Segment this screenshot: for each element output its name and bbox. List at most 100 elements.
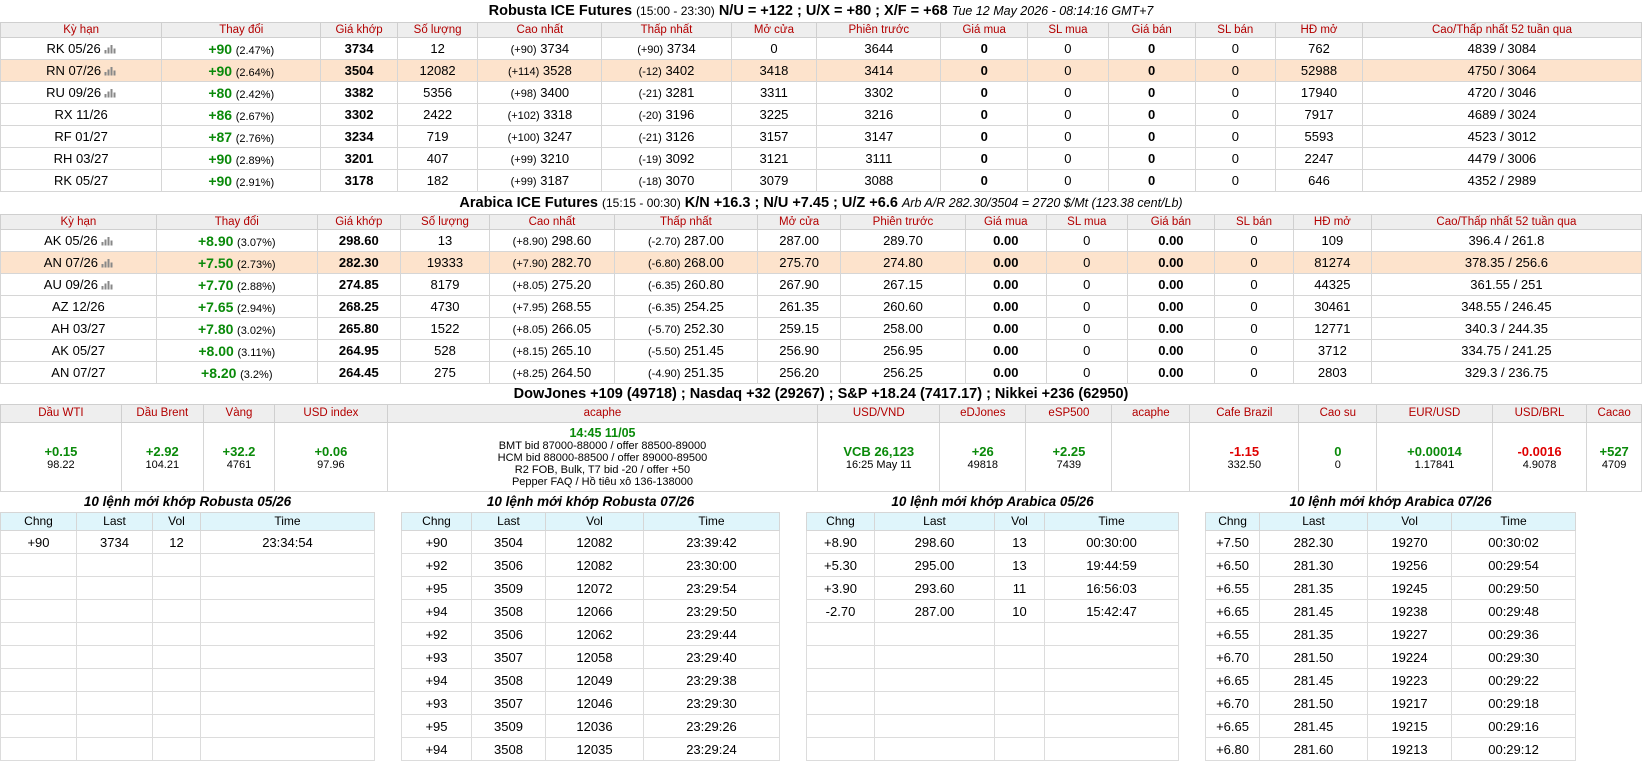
contract-term[interactable]: RH 03/27 <box>54 151 109 166</box>
contract-term-cell[interactable]: AH 03/27 <box>0 317 157 340</box>
trade-volume: 19256 <box>1367 553 1453 577</box>
bid-quantity: 0 <box>1027 37 1109 60</box>
contract-term[interactable]: RX 11/26 <box>54 107 107 122</box>
contract-term[interactable]: AK 05/26 <box>44 233 98 248</box>
chart-icon[interactable] <box>101 278 113 290</box>
robusta-contract-row[interactable]: RU 09/26 +80 (2.42%) 3382 5356 (+98) 3400 (-2… <box>0 81 1642 104</box>
high-change: (+99) <box>510 176 537 188</box>
arabica-futures-table: Kỳ hạn Thay đổi Giá khớp Số lượng Cao nhất Th… <box>0 214 1642 384</box>
contract-term-cell[interactable]: RN 07/26 <box>0 59 163 82</box>
robusta-col-header: Thấp nhất <box>601 22 732 38</box>
contract-term-cell[interactable]: RU 09/26 <box>0 81 163 104</box>
robusta-contract-row[interactable]: RK 05/27 +90 (2.91%) 3178 182 (+99) 3187 (-18… <box>0 169 1642 192</box>
arabica-title-main: Arabica ICE Futures <box>459 195 598 211</box>
arabica-contract-row[interactable]: AZ 12/26 +7.65 (2.94%) 268.25 4730 (+7.95) 2… <box>0 295 1642 318</box>
contract-term-cell[interactable]: RF 01/27 <box>0 125 163 148</box>
usd-brl-price: 4.9078 <box>1522 458 1557 471</box>
robusta-contract-row[interactable]: RH 03/27 +90 (2.89%) 3201 407 (+99) 3210 (-19… <box>0 147 1642 170</box>
ask-price: 0 <box>1107 103 1196 126</box>
contract-term-cell[interactable]: RX 11/26 <box>0 103 163 126</box>
market-header-eur-usd: EUR/USD <box>1376 404 1493 423</box>
robusta-header-row: Kỳ hạn Thay đổi Giá khớp Số lượng Cao nhất Th… <box>0 22 1642 38</box>
contract-term-cell[interactable]: AK 05/26 <box>0 229 157 252</box>
trade-row: +90 3734 12 23:34:54 <box>0 530 375 554</box>
trade-volume: 19213 <box>1367 737 1453 761</box>
ask-price: 0.00 <box>1126 317 1216 340</box>
trade-change: +8.90 <box>806 530 875 554</box>
low-price: 3092 <box>665 151 695 166</box>
contract-term[interactable]: RK 05/26 <box>47 41 101 56</box>
bid-price: 0 <box>940 37 1029 60</box>
arabica-contract-row[interactable]: AU 09/26 +7.70 (2.88%) 274.85 8179 (+8.05) 2… <box>0 273 1642 296</box>
contract-term[interactable]: AN 07/26 <box>44 255 98 270</box>
trade-row: +6.55 281.35 19227 00:29:36 <box>1205 622 1577 646</box>
chart-icon[interactable] <box>101 234 113 246</box>
week-52-range: 348.55 / 246.45 <box>1370 295 1642 318</box>
contract-term[interactable]: AU 09/26 <box>44 277 98 292</box>
trade-row <box>806 668 1180 692</box>
high-change: (+7.90) <box>512 258 548 270</box>
contract-term[interactable]: AZ 12/26 <box>52 299 105 314</box>
contract-term-cell[interactable]: RK 05/26 <box>0 37 163 60</box>
arabica-contract-row[interactable]: AK 05/26 +8.90 (3.07%) 298.60 13 (+8.90) 298… <box>0 229 1642 252</box>
open-interest: 81274 <box>1292 251 1372 274</box>
change-percent: (3.02%) <box>237 324 276 337</box>
contract-term-cell[interactable]: AN 07/26 <box>0 251 157 274</box>
chart-icon[interactable] <box>101 256 113 268</box>
chart-icon[interactable] <box>104 86 116 98</box>
contract-term-cell[interactable]: AU 09/26 <box>0 273 157 296</box>
robusta-contract-row[interactable]: RF 01/27 +87 (2.76%) 3234 719 (+100) 3247 (-2… <box>0 125 1642 148</box>
arabica-col-header: HĐ mở <box>1292 214 1372 230</box>
brent-change: +2.92 <box>145 443 179 459</box>
last-price: 282.30 <box>316 251 401 274</box>
trade-row <box>806 645 1180 669</box>
ask-quantity: 0 <box>1214 229 1294 252</box>
contract-term-cell[interactable]: AK 05/27 <box>0 339 157 362</box>
contract-term-cell[interactable]: RK 05/27 <box>0 169 163 192</box>
trade-volume: 19227 <box>1367 622 1453 646</box>
contract-term-cell[interactable]: RH 03/27 <box>0 147 163 170</box>
trade-time: 16:56:03 <box>1043 576 1180 600</box>
arabica-contract-row[interactable]: AH 03/27 +7.80 (3.02%) 265.80 1522 (+8.05) 2… <box>0 317 1642 340</box>
arabica-contract-row[interactable]: AN 07/27 +8.20 (3.2%) 264.45 275 (+8.25) 264… <box>0 361 1642 384</box>
trade-last <box>76 691 153 715</box>
open-interest: 5593 <box>1275 125 1363 148</box>
contract-term[interactable]: RK 05/27 <box>54 173 108 188</box>
last-price: 3382 <box>320 81 398 104</box>
eur-usd-price: 1.17841 <box>1414 458 1455 471</box>
arabica-contract-row[interactable]: AK 05/27 +8.00 (3.11%) 264.95 528 (+8.15) 26… <box>0 339 1642 362</box>
last-price: 3178 <box>320 169 398 192</box>
low-price: 3281 <box>665 85 695 100</box>
contract-term-cell[interactable]: AN 07/27 <box>0 361 157 384</box>
chart-icon[interactable] <box>104 64 116 76</box>
change-cell: +7.50 (2.73%) <box>155 251 318 274</box>
usd-brl-change: -0.0016 <box>1517 443 1562 459</box>
market-header-usd-brl: USD/BRL <box>1491 404 1588 423</box>
low-change: (-21) <box>638 88 662 100</box>
market-cell-acaphe: 14:45 11/05 BMT bid 87000-88000 / offer … <box>386 422 819 492</box>
chart-icon[interactable] <box>104 42 116 54</box>
contract-term[interactable]: AH 03/27 <box>51 321 105 336</box>
trade-volume <box>994 645 1045 669</box>
usd-vnd-value: VCB 26,123 <box>843 443 915 459</box>
arabica-contract-row[interactable]: AN 07/26 +7.50 (2.73%) 282.30 19333 (+7.90) … <box>0 251 1642 274</box>
robusta-contract-row[interactable]: RK 05/26 +90 (2.47%) 3734 12 (+90) 3734 (+90)… <box>0 37 1642 60</box>
ask-quantity: 0 <box>1194 59 1277 82</box>
eur-usd-change: +0.00014 <box>1407 443 1462 459</box>
contract-term-cell[interactable]: AZ 12/26 <box>0 295 157 318</box>
trade-volume <box>152 714 201 738</box>
robusta-col-header: Giá khớp <box>320 22 398 38</box>
ask-quantity: 0 <box>1214 361 1294 384</box>
contract-term[interactable]: RF 01/27 <box>54 129 107 144</box>
trade-last: 3504 <box>471 530 546 554</box>
robusta-contract-row[interactable]: RX 11/26 +86 (2.67%) 3302 2422 (+102) 3318 (-… <box>0 103 1642 126</box>
contract-term[interactable]: RN 07/26 <box>46 63 101 78</box>
contract-term[interactable]: AN 07/27 <box>51 365 105 380</box>
contract-term[interactable]: RU 09/26 <box>46 85 101 100</box>
robusta-contract-row[interactable]: RN 07/26 +90 (2.64%) 3504 12082 (+114) 3528(… <box>0 59 1642 82</box>
contract-term[interactable]: AK 05/27 <box>52 343 106 358</box>
high-cell: (+114) 3528 <box>477 59 603 82</box>
indices-title: DowJones +109 (49718) ; Nasdaq +32 (2926… <box>513 386 1129 402</box>
high-price: 268.55 <box>551 299 592 314</box>
acaphe-line-1: BMT bid 87000-88000 / offer 88500-89000 <box>498 439 707 452</box>
